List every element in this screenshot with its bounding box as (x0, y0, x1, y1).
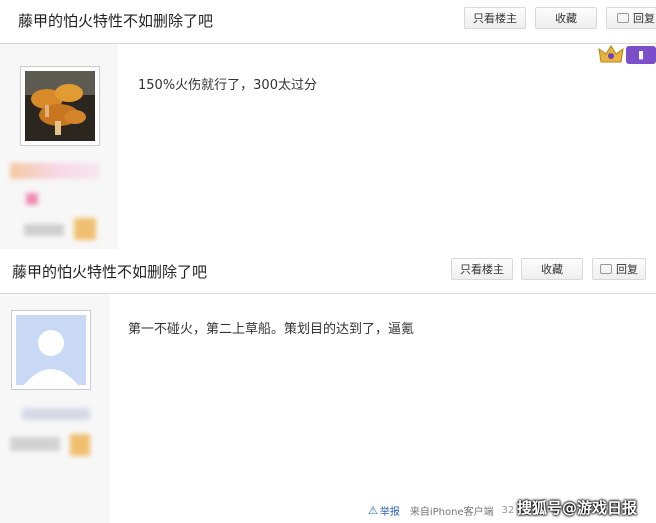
post1-title: 藤甲的怕火特性不如删除了吧 (18, 12, 214, 30)
floor-number: 32 (501, 505, 515, 516)
comment-icon (617, 13, 629, 23)
level-badge-icon: ▮ (626, 46, 656, 64)
only-op-button-2[interactable]: 只看楼主 (451, 258, 513, 280)
post2-content: 第一不碰火，第二上草船。策划目的达到了，逼氪 (128, 322, 415, 337)
blurred-stat (24, 224, 64, 236)
favorite-label-2: 收藏 (541, 263, 563, 276)
report-link[interactable]: 举报 (380, 503, 400, 518)
reply-label: 回复 (633, 12, 655, 25)
mushroom-avatar-image (25, 71, 95, 141)
blurred-username (10, 163, 100, 179)
blurred-username-2 (22, 408, 90, 420)
post1-content: 150%火伤就行了，300太过分 (138, 78, 317, 93)
user-avatar-1[interactable] (20, 66, 100, 146)
reply-button[interactable]: 回复 (606, 7, 656, 29)
client-source: 来自iPhone客户端 (409, 507, 494, 518)
watermark: 搜狐号@游戏日报 (517, 499, 638, 517)
blurred-stat-2 (10, 437, 60, 451)
only-op-label: 只看楼主 (473, 12, 517, 25)
post-tail: ⚠ 举报 来自iPhone客户端 32 (368, 503, 514, 518)
default-avatar-icon (16, 315, 86, 385)
post2-title: 藤甲的怕火特性不如删除了吧 (12, 263, 208, 281)
crown-badge-icon (598, 44, 624, 66)
warning-icon: ⚠ (368, 504, 378, 517)
favorite-label: 收藏 (555, 12, 577, 25)
favorite-button[interactable]: 收藏 (535, 7, 597, 29)
blurred-badge (26, 193, 38, 205)
blurred-level (74, 218, 96, 240)
blurred-level-2 (70, 434, 90, 456)
only-op-label-2: 只看楼主 (460, 263, 504, 276)
favorite-button-2[interactable]: 收藏 (521, 258, 583, 280)
reply-button-2[interactable]: 回复 (592, 258, 646, 280)
comment-icon-2 (600, 264, 612, 274)
user-avatar-2[interactable] (11, 310, 91, 390)
reply-label-2: 回复 (616, 263, 638, 276)
only-op-button[interactable]: 只看楼主 (464, 7, 526, 29)
